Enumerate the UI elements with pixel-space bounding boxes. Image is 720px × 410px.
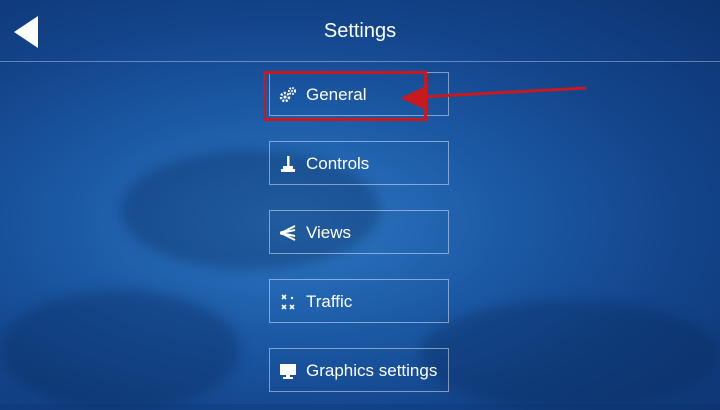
annotation-arrow-icon (400, 85, 587, 110)
